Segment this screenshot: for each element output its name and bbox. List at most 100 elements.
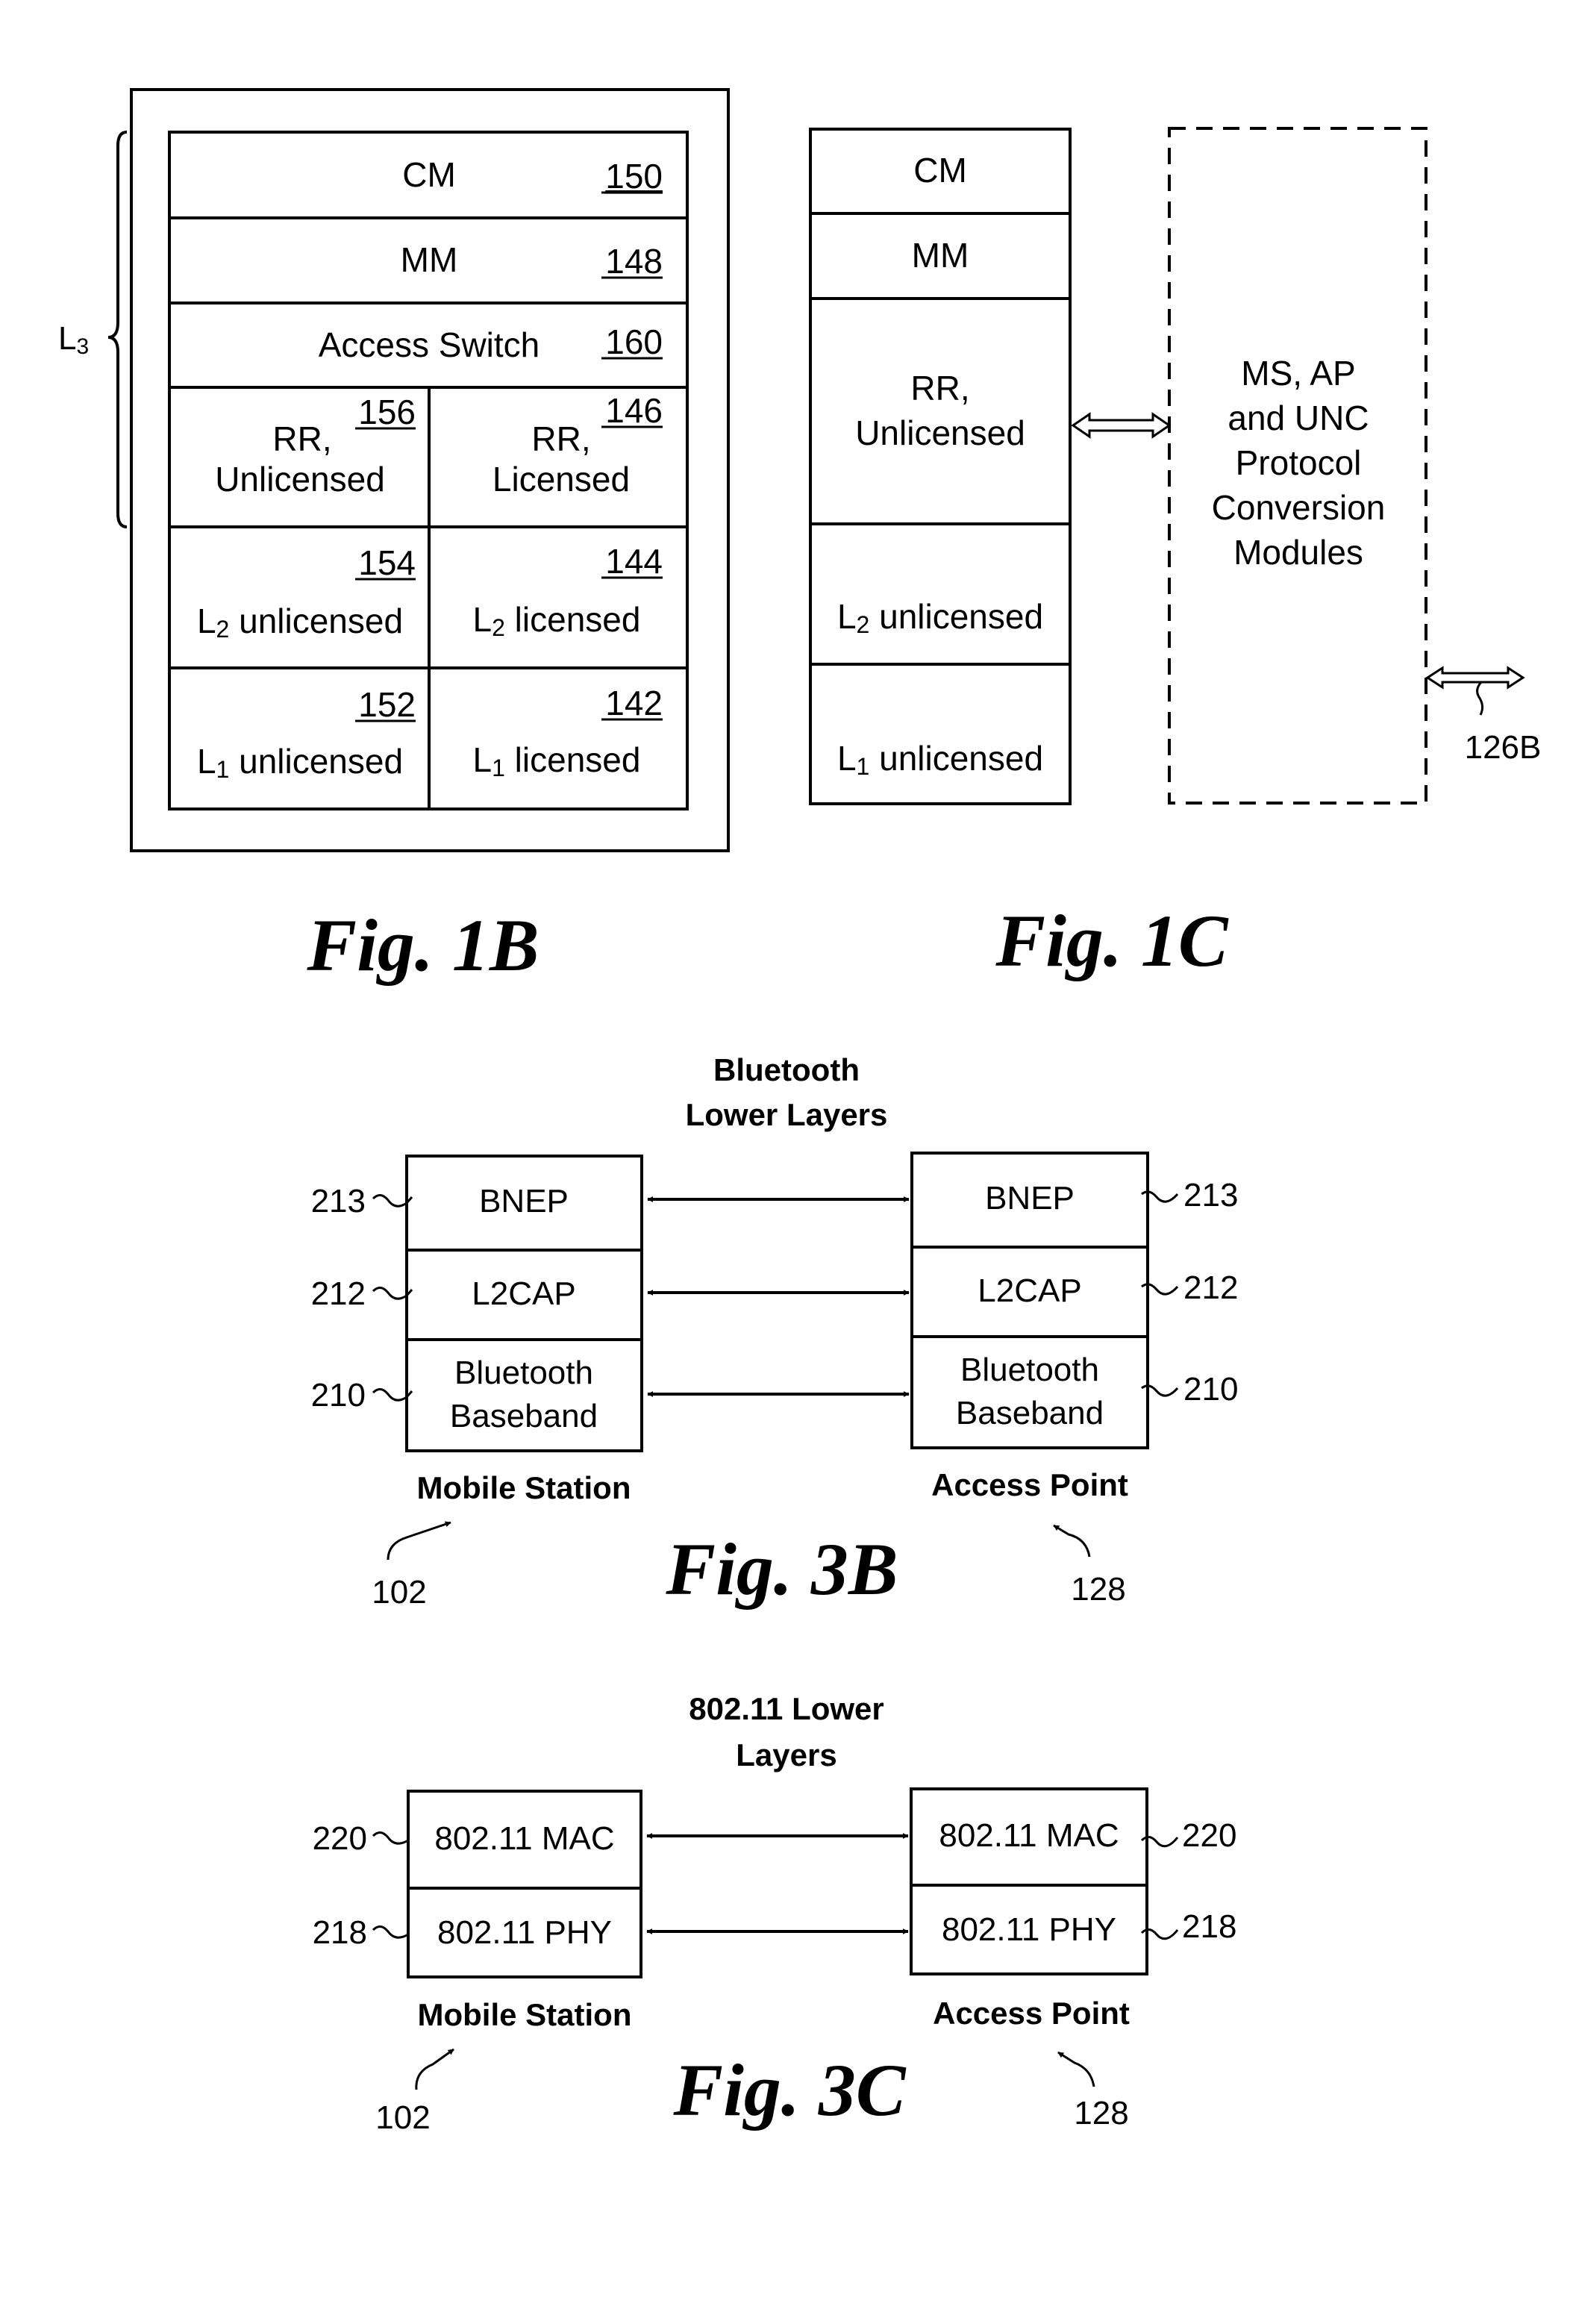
layer-l2-label: L2 unlicensed <box>837 597 1043 638</box>
layer-label: CM <box>402 155 456 194</box>
ref-number: 152 <box>358 685 416 724</box>
ref-number: 210 <box>1183 1371 1238 1408</box>
layer-rr-label-line1: RR, <box>910 369 969 407</box>
mobile-station-label: Mobile Station <box>417 1470 631 1505</box>
layer-label-line1: Bluetooth <box>454 1355 593 1391</box>
ref-number: 154 <box>358 543 416 582</box>
mobile-station-label: Mobile Station <box>418 1997 632 2032</box>
ref-number: 213 <box>311 1183 366 1219</box>
fig-3c-title-line2: Layers <box>736 1737 836 1772</box>
conversion-label-line1: MS, AP <box>1241 354 1355 393</box>
mobile-station-stack: BNEP L2CAP Bluetooth Baseband 213 212 21… <box>311 1155 643 1611</box>
fig-1c-caption: Fig. 1C <box>995 899 1228 982</box>
leader-squiggle-icon <box>372 1925 409 1939</box>
mobile-station-ref: 102 <box>375 2099 430 2136</box>
layer-label: 802.11 MAC <box>434 1820 614 1857</box>
layer-rr-label-line2: Unlicensed <box>855 413 1025 452</box>
double-arrow-icon <box>1071 412 1172 439</box>
layer-label-line2: Baseband <box>956 1395 1104 1431</box>
layer-label-line2: Baseband <box>450 1398 598 1434</box>
layer-mm-label: MM <box>912 236 969 275</box>
ref-number: 160 <box>605 322 663 361</box>
l3-label: L3 <box>58 320 89 359</box>
layer-label: L1 licensed <box>473 740 641 781</box>
conversion-label-line2: and UNC <box>1228 399 1369 437</box>
ref-number: 150 <box>605 157 663 196</box>
layer-label: L2 licensed <box>473 600 641 641</box>
layer-label: L2CAP <box>978 1272 1081 1309</box>
pointer-arrow-icon <box>1057 2051 1095 2087</box>
layer-label-line1: RR, <box>272 419 331 458</box>
layer-label: 802.11 MAC <box>939 1817 1119 1854</box>
fig-3b: Bluetooth Lower Layers BNEP L2CAP Blueto… <box>311 1052 1239 1611</box>
interface-double-arrow-icon <box>1425 666 1525 690</box>
layer-label: BNEP <box>479 1183 569 1219</box>
ref-number: 146 <box>605 391 663 430</box>
pointer-arrow-icon <box>415 2048 454 2090</box>
access-point-ref: 128 <box>1074 2095 1128 2131</box>
pointer-arrow-icon <box>387 1521 451 1561</box>
ref-number: 210 <box>311 1377 366 1414</box>
ref-number: 220 <box>1182 1817 1236 1854</box>
layer-rr-licensed: RR, Licensed 146 <box>492 391 663 499</box>
patent-drawing-sheet: L3 CM 150 MM 148 Access Switch 160 RR, U… <box>58 88 1542 2136</box>
access-point-stack: 802.11 MAC 802.11 PHY 220 218 Access Poi… <box>910 1787 1236 2131</box>
ref-number: 213 <box>1183 1177 1238 1213</box>
layer-l2-unlicensed: L2 unlicensed 154 <box>197 543 416 643</box>
layer-label-line1: Bluetooth <box>960 1352 1099 1388</box>
layer-cm: CM 150 <box>402 155 663 196</box>
layer-rr-unlicensed: RR, Unlicensed 156 <box>215 393 416 499</box>
access-point-label: Access Point <box>933 1996 1130 2031</box>
access-point-label: Access Point <box>931 1467 1128 1502</box>
layer-l1-label: L1 unlicensed <box>837 739 1043 780</box>
mobile-station-stack: 802.11 MAC 802.11 PHY 220 218 Mobile Sta… <box>313 1790 642 2136</box>
layer-label: MM <box>401 240 458 279</box>
access-point-ref: 128 <box>1071 1571 1125 1608</box>
fig-1b: L3 CM 150 MM 148 Access Switch 160 RR, U… <box>58 88 730 987</box>
ref-number: 144 <box>605 542 663 581</box>
leader-squiggle-icon <box>1476 681 1484 716</box>
fig-3b-title-line2: Lower Layers <box>686 1097 888 1132</box>
fig-3c: 802.11 Lower Layers 802.11 MAC 802.11 PH… <box>313 1691 1237 2136</box>
conversion-label-line4: Conversion <box>1212 488 1386 527</box>
fig-3b-title-line1: Bluetooth <box>713 1052 860 1087</box>
ref-number: 218 <box>313 1914 367 1951</box>
layer-label: BNEP <box>985 1180 1075 1216</box>
fig-1b-caption: Fig. 1B <box>306 904 539 987</box>
layer-l2-licensed: L2 licensed 144 <box>473 542 663 641</box>
pointer-arrow-icon <box>1053 1524 1091 1558</box>
ref-number: 148 <box>605 242 663 281</box>
interface-ref-126b: 126B <box>1465 729 1542 766</box>
layer-access-switch: Access Switch 160 <box>319 322 663 364</box>
access-point-stack: BNEP L2CAP Bluetooth Baseband 213 212 21… <box>910 1152 1238 1608</box>
layer-label-line2: Unlicensed <box>215 460 385 499</box>
ref-number: 218 <box>1182 1908 1236 1945</box>
layer-l1-unlicensed: L1 unlicensed 152 <box>197 685 416 783</box>
fig-3b-caption: Fig. 3B <box>665 1528 898 1611</box>
l3-brace-icon <box>107 131 128 528</box>
fig-3c-title-line1: 802.11 Lower <box>689 1691 884 1726</box>
layer-label: L2CAP <box>472 1275 575 1312</box>
conversion-label-line5: Modules <box>1233 533 1363 572</box>
mobile-station-ref: 102 <box>372 1574 426 1611</box>
ref-number: 220 <box>313 1820 367 1857</box>
layer-label-line1: RR, <box>531 419 590 458</box>
fig-1c-stack <box>809 128 1072 805</box>
layer-l1-licensed: L1 licensed 142 <box>473 684 663 781</box>
layer-label: Access Switch <box>319 325 540 364</box>
layer-label-line2: Licensed <box>492 460 630 499</box>
layer-label: L1 unlicensed <box>197 742 403 783</box>
ref-number: 212 <box>311 1275 366 1312</box>
layer-label: 802.11 PHY <box>437 1914 612 1951</box>
ref-number: 212 <box>1183 1269 1238 1306</box>
layer-label: 802.11 PHY <box>942 1911 1116 1948</box>
fig-1c: CM MM RR, Unlicensed L2 unlicensed L1 un… <box>809 127 1542 982</box>
fig-3c-caption: Fig. 3C <box>672 2049 906 2131</box>
ref-number: 142 <box>605 684 663 722</box>
layer-cm-label: CM <box>913 151 967 190</box>
conversion-label-line3: Protocol <box>1236 443 1362 482</box>
leader-squiggle-icon <box>372 1831 409 1845</box>
layer-label: L2 unlicensed <box>197 602 403 643</box>
layer-mm: MM 148 <box>401 240 663 281</box>
ref-number: 156 <box>358 393 416 431</box>
